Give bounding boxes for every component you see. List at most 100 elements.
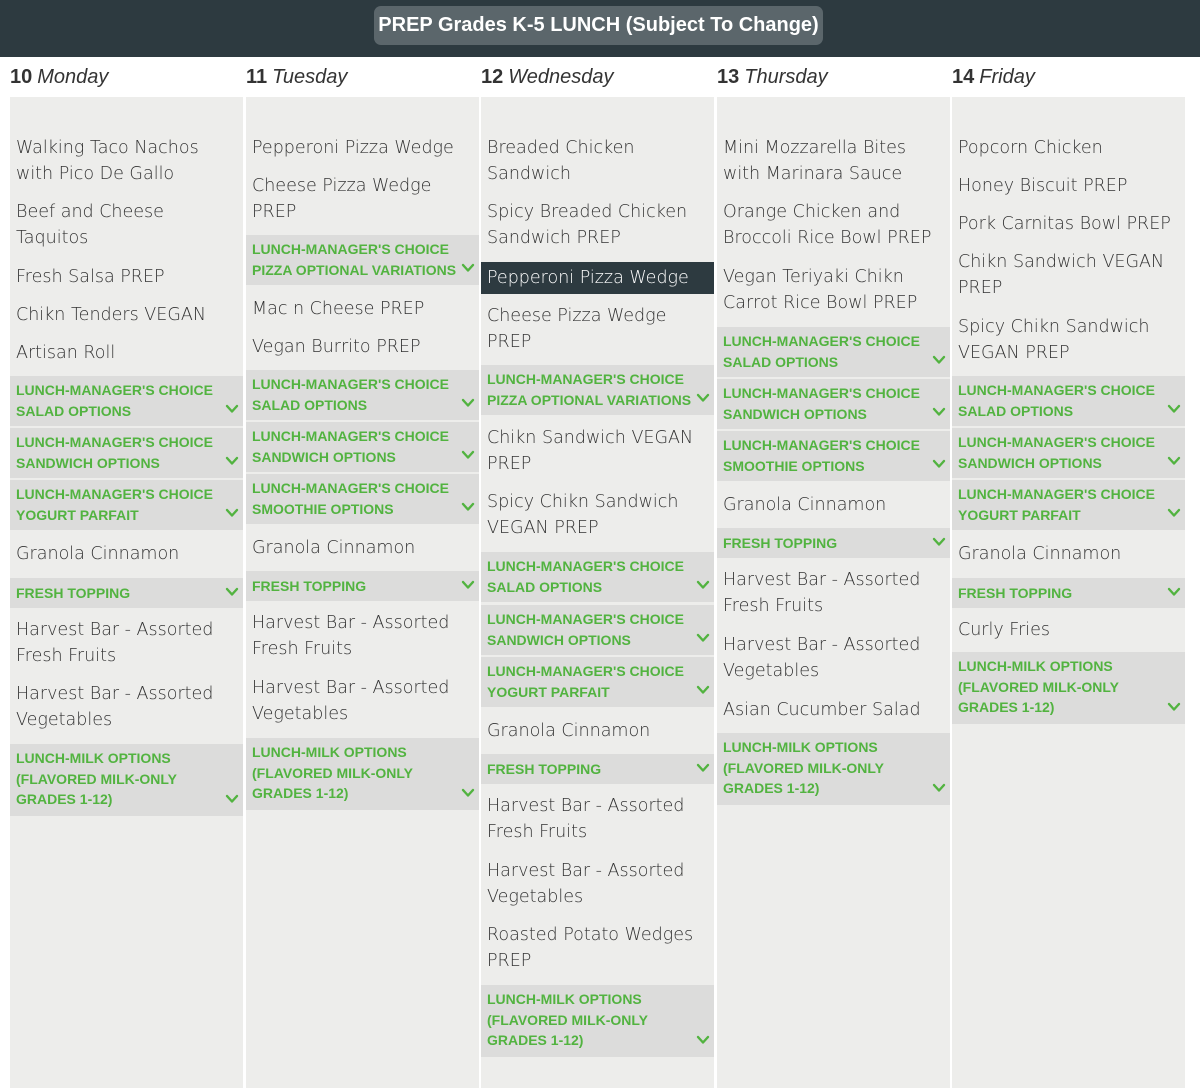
category-toggle[interactable]: LUNCH-MANAGER'S CHOICE PIZZA OPTIONAL VA…: [246, 235, 479, 285]
chevron-down-icon: [225, 508, 239, 518]
menu-item[interactable]: Cheese Pizza Wedge PREP: [487, 303, 712, 355]
menu-item[interactable]: Vegan Teriyaki Chikn Carrot Rice Bowl PR…: [723, 264, 948, 316]
category-toggle[interactable]: LUNCH-MANAGER'S CHOICE SANDWICH OPTIONS: [717, 379, 950, 429]
chevron-down-icon: [696, 393, 710, 403]
menu-item[interactable]: Walking Taco Nachos with Pico De Gallo: [16, 135, 241, 187]
category-toggle[interactable]: LUNCH-MANAGER'S CHOICE SANDWICH OPTIONS: [481, 605, 714, 655]
category-toggle[interactable]: LUNCH-MANAGER'S CHOICE SALAD OPTIONS: [952, 376, 1185, 426]
category-label: LUNCH-MILK OPTIONS (FLAVORED MILK-ONLY G…: [16, 750, 177, 807]
chevron-down-icon: [932, 459, 946, 469]
menu-item[interactable]: Granola Cinnamon: [252, 535, 477, 561]
day-menu: Pepperoni Pizza Wedge Cheese Pizza Wedge …: [246, 97, 479, 1088]
category-toggle[interactable]: LUNCH-MANAGER'S CHOICE SALAD OPTIONS: [246, 370, 479, 420]
menu-item[interactable]: Spicy Chikn Sandwich VEGAN PREP: [487, 489, 712, 541]
menu-item[interactable]: Beef and Cheese Taquitos: [16, 199, 241, 251]
menu-item[interactable]: Harvest Bar - Assorted Vegetables: [16, 681, 241, 733]
category-toggle[interactable]: LUNCH-MANAGER'S CHOICE SALAD OPTIONS: [481, 552, 714, 602]
category-label: LUNCH-MANAGER'S CHOICE SANDWICH OPTIONS: [723, 385, 920, 422]
chevron-down-icon: [1167, 587, 1181, 597]
chevron-down-icon: [932, 407, 946, 417]
category-toggle[interactable]: LUNCH-MILK OPTIONS (FLAVORED MILK-ONLY G…: [481, 985, 714, 1057]
menu-item[interactable]: Granola Cinnamon: [723, 492, 948, 518]
chevron-down-icon: [1167, 508, 1181, 518]
menu-item[interactable]: Granola Cinnamon: [958, 541, 1183, 567]
category-toggle[interactable]: LUNCH-MANAGER'S CHOICE SANDWICH OPTIONS: [952, 428, 1185, 478]
menu-item[interactable]: Honey Biscuit PREP: [958, 173, 1183, 199]
category-toggle[interactable]: LUNCH-MANAGER'S CHOICE YOGURT PARFAIT: [952, 480, 1185, 530]
menu-item[interactable]: Orange Chicken and Broccoli Rice Bowl PR…: [723, 199, 948, 251]
category-toggle[interactable]: FRESH TOPPING: [481, 754, 714, 784]
menu-item[interactable]: Harvest Bar - Assorted Fresh Fruits: [487, 793, 712, 845]
menu-item[interactable]: Mac n Cheese PREP: [252, 296, 477, 322]
menu-item[interactable]: Cheese Pizza Wedge PREP: [252, 173, 477, 225]
menu-item[interactable]: Breaded Chicken Sandwich: [487, 135, 712, 187]
menu-item[interactable]: Harvest Bar - Assorted Vegetables: [487, 858, 712, 910]
day-column-monday: 10 Monday Walking Taco Nachos with Pico De…: [10, 57, 243, 1088]
menu-item[interactable]: Mini Mozzarella Bites with Marinara Sauc…: [723, 135, 948, 187]
day-menu: Breaded Chicken Sandwich Spicy Breaded Ch…: [481, 97, 714, 1088]
day-header: 11 Tuesday: [246, 57, 479, 97]
menu-item[interactable]: Curly Fries: [958, 617, 1183, 643]
menu-item[interactable]: Harvest Bar - Assorted Vegetables: [723, 632, 948, 684]
category-toggle[interactable]: LUNCH-MANAGER'S CHOICE SALAD OPTIONS: [717, 327, 950, 377]
chevron-down-icon: [461, 788, 475, 798]
menu-item[interactable]: Asian Cucumber Salad: [723, 697, 948, 723]
menu-item[interactable]: Harvest Bar - Assorted Vegetables: [252, 675, 477, 727]
menu-item[interactable]: Harvest Bar - Assorted Fresh Fruits: [252, 610, 477, 662]
category-toggle[interactable]: LUNCH-MANAGER'S CHOICE SMOOTHIE OPTIONS: [246, 474, 479, 524]
menu-item[interactable]: Harvest Bar - Assorted Fresh Fruits: [723, 567, 948, 619]
menu-item[interactable]: Roasted Potato Wedges PREP: [487, 922, 712, 974]
menu-item[interactable]: Artisan Roll: [16, 340, 241, 366]
menu-item[interactable]: Granola Cinnamon: [16, 541, 241, 567]
chevron-down-icon: [1167, 702, 1181, 712]
chevron-down-icon: [461, 450, 475, 460]
menu-item[interactable]: Spicy Chikn Sandwich VEGAN PREP: [958, 314, 1183, 366]
category-label: LUNCH-MANAGER'S CHOICE SANDWICH OPTIONS: [487, 611, 684, 648]
category-toggle[interactable]: LUNCH-MANAGER'S CHOICE SALAD OPTIONS: [10, 376, 243, 426]
menu-item[interactable]: Chikn Sandwich VEGAN PREP: [487, 425, 712, 477]
chevron-down-icon: [225, 456, 239, 466]
menu-item[interactable]: Pepperoni Pizza Wedge: [252, 135, 477, 161]
category-toggle[interactable]: FRESH TOPPING: [246, 571, 479, 601]
category-toggle[interactable]: LUNCH-MILK OPTIONS (FLAVORED MILK-ONLY G…: [717, 733, 950, 805]
menu-item[interactable]: Granola Cinnamon: [487, 718, 712, 744]
category-toggle[interactable]: LUNCH-MANAGER'S CHOICE PIZZA OPTIONAL VA…: [481, 365, 714, 415]
category-label: LUNCH-MANAGER'S CHOICE SALAD OPTIONS: [252, 376, 449, 413]
category-toggle[interactable]: FRESH TOPPING: [10, 578, 243, 608]
day-name: Wednesday: [508, 65, 614, 88]
category-toggle[interactable]: LUNCH-MANAGER'S CHOICE YOGURT PARFAIT: [10, 480, 243, 530]
day-name: Monday: [37, 65, 109, 88]
day-column-wednesday: 12 Wednesday Breaded Chicken Sandwich Spicy…: [481, 57, 714, 1088]
chevron-down-icon: [461, 398, 475, 408]
category-label: LUNCH-MANAGER'S CHOICE SANDWICH OPTIONS: [958, 434, 1155, 471]
day-number: 13: [717, 65, 740, 88]
category-toggle[interactable]: LUNCH-MANAGER'S CHOICE SANDWICH OPTIONS: [246, 422, 479, 472]
category-toggle[interactable]: FRESH TOPPING: [952, 578, 1185, 608]
category-label: LUNCH-MANAGER'S CHOICE SANDWICH OPTIONS: [252, 428, 449, 465]
category-toggle[interactable]: LUNCH-MANAGER'S CHOICE SMOOTHIE OPTIONS: [717, 431, 950, 481]
day-menu: Mini Mozzarella Bites with Marinara Sauc…: [717, 97, 950, 1088]
menu-item[interactable]: Spicy Breaded Chicken Sandwich PREP: [487, 199, 712, 251]
category-toggle[interactable]: LUNCH-MILK OPTIONS (FLAVORED MILK-ONLY G…: [10, 744, 243, 816]
category-toggle[interactable]: FRESH TOPPING: [717, 528, 950, 558]
menu-item[interactable]: Fresh Salsa PREP: [16, 264, 241, 290]
menu-title[interactable]: PREP Grades K-5 LUNCH (Subject To Change…: [374, 6, 823, 45]
category-label: LUNCH-MANAGER'S CHOICE SMOOTHIE OPTIONS: [252, 480, 449, 517]
day-number: 12: [481, 65, 504, 88]
menu-item[interactable]: Chikn Sandwich VEGAN PREP: [958, 249, 1183, 301]
category-toggle[interactable]: LUNCH-MILK OPTIONS (FLAVORED MILK-ONLY G…: [246, 738, 479, 810]
menu-item[interactable]: Popcorn Chicken: [958, 135, 1183, 161]
category-label: LUNCH-MILK OPTIONS (FLAVORED MILK-ONLY G…: [723, 739, 884, 796]
category-label: LUNCH-MANAGER'S CHOICE YOGURT PARFAIT: [16, 486, 213, 523]
category-toggle[interactable]: LUNCH-MANAGER'S CHOICE SANDWICH OPTIONS: [10, 428, 243, 478]
chevron-down-icon: [932, 537, 946, 547]
menu-item[interactable]: Chikn Tenders VEGAN: [16, 302, 241, 328]
menu-item[interactable]: Pork Carnitas Bowl PREP: [958, 211, 1183, 237]
category-toggle[interactable]: LUNCH-MANAGER'S CHOICE YOGURT PARFAIT: [481, 657, 714, 707]
category-toggle[interactable]: LUNCH-MILK OPTIONS (FLAVORED MILK-ONLY G…: [952, 652, 1185, 724]
chevron-down-icon: [225, 794, 239, 804]
menu-item-selected[interactable]: Pepperoni Pizza Wedge: [481, 262, 714, 294]
day-number: 10: [10, 65, 33, 88]
menu-item[interactable]: Vegan Burrito PREP: [252, 334, 477, 360]
menu-item[interactable]: Harvest Bar - Assorted Fresh Fruits: [16, 617, 241, 669]
